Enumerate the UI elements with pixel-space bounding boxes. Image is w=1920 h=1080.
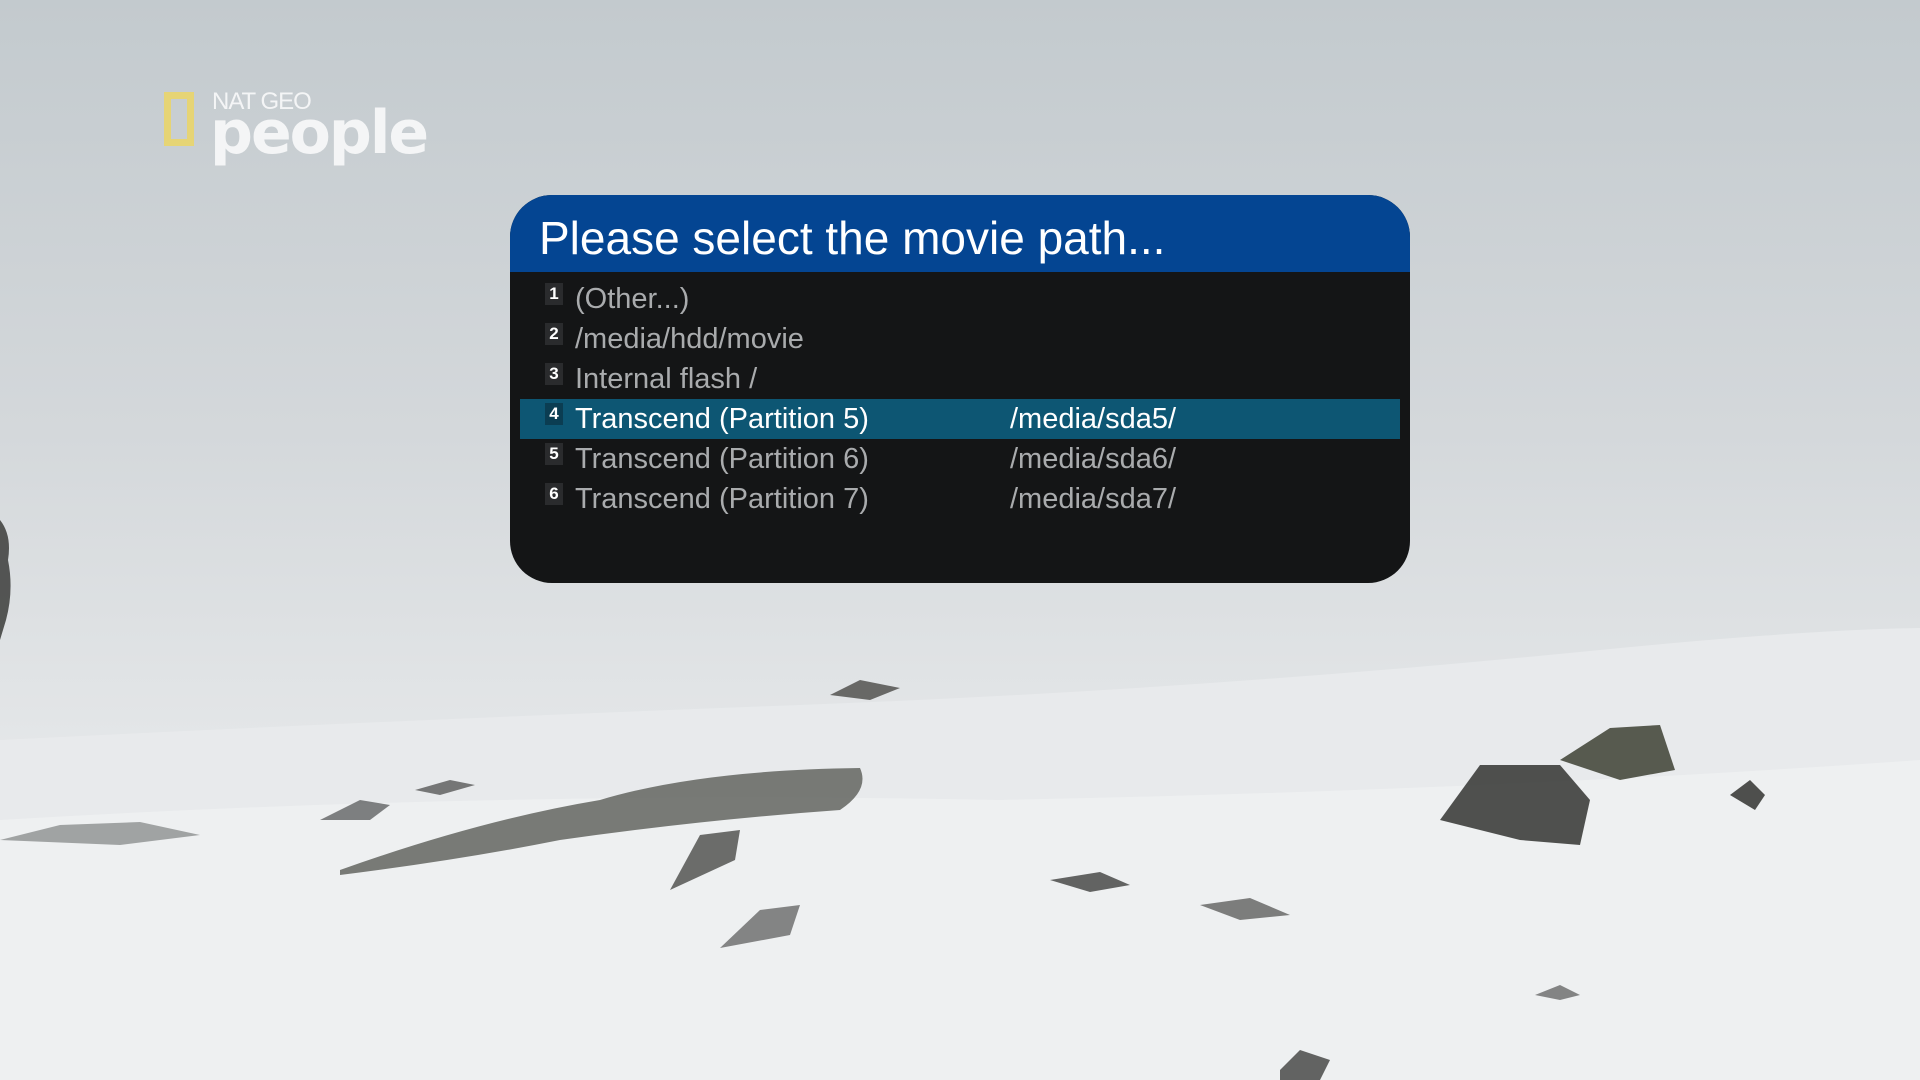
item-number: 2 [545, 323, 563, 345]
list-item[interactable]: 6 Transcend (Partition 7) /media/sda7/ [520, 479, 1400, 519]
item-label: Transcend (Partition 5) [575, 403, 869, 435]
list-item[interactable]: 2 /media/hdd/movie [520, 319, 1400, 359]
item-path: /media/sda5/ [1010, 403, 1177, 435]
list-item[interactable]: 5 Transcend (Partition 6) /media/sda6/ [520, 439, 1400, 479]
dialog-title-bar: Please select the movie path... [510, 195, 1410, 272]
item-path: /media/sda7/ [1010, 483, 1177, 515]
item-label: (Other...) [575, 283, 690, 315]
movie-path-dialog: Please select the movie path... 1 (Other… [510, 195, 1410, 583]
logo-main-text: people [210, 98, 429, 168]
item-number: 6 [545, 483, 563, 505]
item-label: Transcend (Partition 7) [575, 483, 869, 515]
item-label: Transcend (Partition 6) [575, 443, 869, 475]
item-label: /media/hdd/movie [575, 323, 804, 355]
item-number: 1 [545, 283, 563, 305]
list-item-selected[interactable]: 4 Transcend (Partition 5) /media/sda5/ [520, 399, 1400, 439]
item-label: Internal flash / [575, 363, 758, 395]
dialog-title: Please select the movie path... [539, 212, 1166, 264]
item-path: /media/sda6/ [1010, 443, 1177, 475]
yellow-frame-icon [164, 92, 194, 146]
item-number: 5 [545, 443, 563, 465]
channel-logo: NAT GEO people [162, 88, 429, 168]
item-number: 4 [545, 403, 563, 425]
list-item[interactable]: 1 (Other...) [520, 279, 1400, 319]
list-item[interactable]: 3 Internal flash / [520, 359, 1400, 399]
item-number: 3 [545, 363, 563, 385]
